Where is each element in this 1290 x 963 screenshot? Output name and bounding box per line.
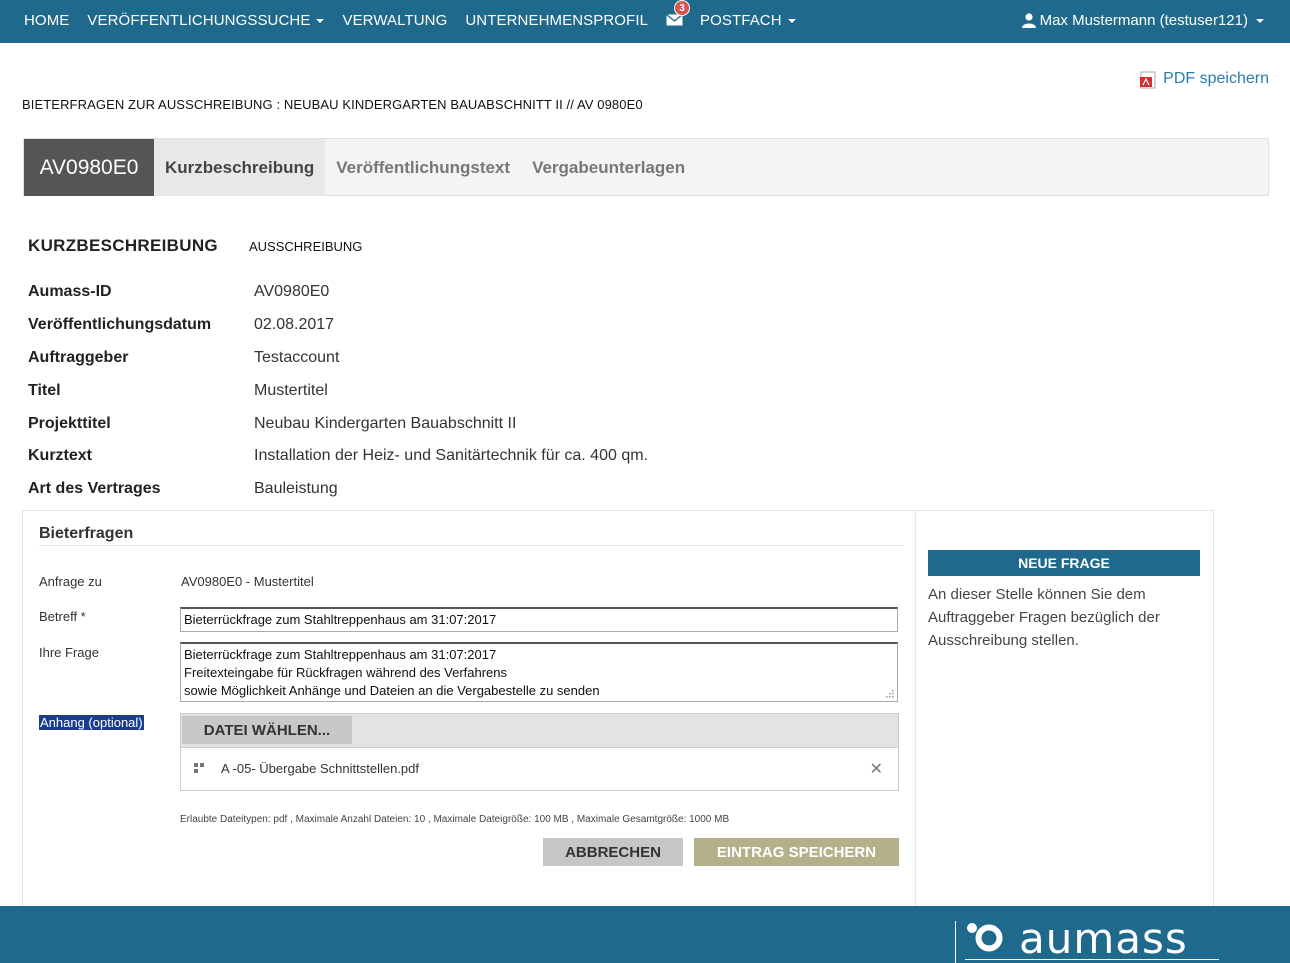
summary-subheading: AUSSCHREIBUNG [249, 239, 363, 254]
summary-label: Art des Vertrages [28, 480, 161, 498]
logo-underline [965, 959, 1219, 960]
subject-input[interactable]: Bieterrückfrage zum Stahltreppenhaus am … [180, 607, 898, 632]
title-divider [39, 545, 903, 546]
nav-mailbox-label: POSTFACH [700, 11, 782, 29]
drag-handle-icon[interactable] [194, 763, 206, 774]
pdf-save-label: PDF speichern [1163, 69, 1269, 87]
uploaded-file-row: A -05- Übergabe Schnittstellen.pdf ✕ [181, 748, 898, 790]
subject-label: Betreff * [39, 609, 86, 624]
cancel-button[interactable]: ABBRECHEN [543, 838, 683, 866]
summary-label: Projekttitel [28, 414, 111, 432]
user-icon [1021, 13, 1036, 28]
summary-row: Projekttitel Neubau Kindergarten Bauabsch… [28, 407, 648, 440]
summary-table: Aumass-ID AV0980E0 Veröffentlichungsdatum… [28, 276, 648, 506]
bidder-questions-title: Bieterfragen [39, 525, 134, 542]
summary-label: Kurztext [28, 447, 93, 465]
mail-count-badge: 3 [674, 0, 691, 16]
caret-down-icon [1256, 19, 1264, 23]
request-label: Anfrage zu [39, 574, 102, 589]
choose-file-button[interactable]: DATEI WÄHLEN... [182, 716, 352, 744]
question-line: Freitexteingabe für Rückfragen während d… [184, 665, 508, 680]
tab-kurzbeschreibung[interactable]: Kurzbeschreibung [154, 139, 326, 196]
summary-value: Mustertitel [254, 381, 328, 399]
user-menu[interactable]: Max Mustermann (testuser121) [1021, 0, 1264, 40]
logo-mark-icon [967, 923, 1003, 952]
tab-bar: AV0980E0 Kurzbeschreibung Veröffentlichu… [23, 138, 1269, 196]
summary-row: Titel Mustertitel [28, 374, 648, 407]
tab-vergabeunterlagen[interactable]: Vergabeunterlagen [521, 139, 696, 196]
page-title: BIETERFRAGEN ZUR AUSSCHREIBUNG : NEUBAU … [22, 97, 643, 112]
save-entry-button[interactable]: EINTRAG SPEICHERN [694, 838, 899, 866]
summary-row: Veröffentlichungsdatum 02.08.2017 [28, 309, 648, 342]
mail-button[interactable]: 3 [666, 0, 691, 28]
nav-admin[interactable]: VERWALTUNG [342, 12, 447, 29]
top-navbar: HOME VERÖFFENTLICHUNGSSUCHE VERWALTUNG U… [0, 0, 1290, 43]
question-label: Ihre Frage [39, 645, 99, 660]
caret-down-icon [787, 19, 796, 23]
nav-menu: HOME VERÖFFENTLICHUNGSSUCHE VERWALTUNG U… [24, 0, 814, 40]
pdf-save-link[interactable]: PDF speichern [1140, 68, 1269, 89]
summary-label: Aumass-ID [28, 283, 112, 301]
summary-value: AV0980E0 [254, 283, 330, 301]
summary-value: Testaccount [254, 348, 340, 366]
summary-value: 02.08.2017 [254, 316, 335, 334]
remove-file-icon[interactable]: ✕ [870, 759, 883, 779]
pdf-file-icon [1140, 71, 1156, 89]
summary-value: Bauleistung [254, 480, 338, 498]
upload-toolbar: DATEI WÄHLEN... [181, 714, 898, 748]
footer: aumass [0, 906, 1290, 963]
summary-label: Auftraggeber [28, 348, 129, 366]
bidder-questions-panel: Bieterfragen Anfrage zu AV0980E0 - Muste… [22, 510, 1214, 909]
nav-search-dropdown[interactable]: VERÖFFENTLICHUNGSSUCHE [87, 11, 325, 29]
user-name: Max Mustermann (testuser121) [1039, 11, 1248, 29]
request-value: AV0980E0 - Mustertitel [181, 574, 314, 589]
summary-label: Titel [28, 381, 61, 399]
uploaded-file-name: A -05- Übergabe Schnittstellen.pdf [221, 761, 420, 776]
new-question-header: NEUE FRAGE [928, 550, 1200, 576]
question-textarea[interactable]: Bieterrückfrage zum Stahltreppenhaus am … [180, 642, 898, 702]
caret-down-icon [316, 19, 325, 23]
new-question-text: An dieser Stelle können Sie dem Auftragg… [928, 586, 1160, 649]
summary-value: Installation der Heiz- und Sanitärtechni… [254, 447, 648, 465]
nav-home[interactable]: HOME [24, 12, 69, 29]
nav-profile[interactable]: UNTERNEHMENSPROFIL [465, 12, 648, 29]
question-line: sowie Möglichkeit Anhänge und Dateien an… [184, 683, 600, 698]
tender-id-tab: AV0980E0 [24, 139, 154, 196]
summary-heading: KURZBESCHREIBUNG [28, 236, 218, 255]
summary-row: Kurztext Installation der Heiz- und Sanit… [28, 440, 648, 473]
summary-row: Aumass-ID AV0980E0 [28, 276, 648, 309]
summary-row: Auftraggeber Testaccount [28, 342, 648, 375]
tab-veroeffentlichungstext[interactable]: Veröffentlichungstext [325, 139, 521, 196]
logo-divider [955, 921, 956, 963]
attachment-label: Anhang (optional) [39, 715, 144, 730]
upload-hint: Erlaubte Dateitypen: pdf , Maximale Anza… [180, 814, 730, 825]
question-line: Bieterrückfrage zum Stahltreppenhaus am … [184, 647, 497, 662]
aumass-logo: aumass [955, 914, 1219, 963]
nav-mailbox-dropdown[interactable]: POSTFACH [700, 12, 796, 29]
panel-divider [915, 511, 916, 909]
file-upload-box: DATEI WÄHLEN... A -05- Übergabe Schnitts… [180, 713, 899, 791]
summary-value: Neubau Kindergarten Bauabschnitt II [254, 414, 517, 432]
summary-label: Veröffentlichungsdatum [28, 316, 212, 334]
logo-text: aumass [1019, 914, 1188, 963]
summary-row: Art des Vertrages Bauleistung [28, 473, 648, 506]
nav-search-label: VERÖFFENTLICHUNGSSUCHE [87, 11, 311, 29]
resize-grip-icon[interactable] [883, 689, 895, 699]
